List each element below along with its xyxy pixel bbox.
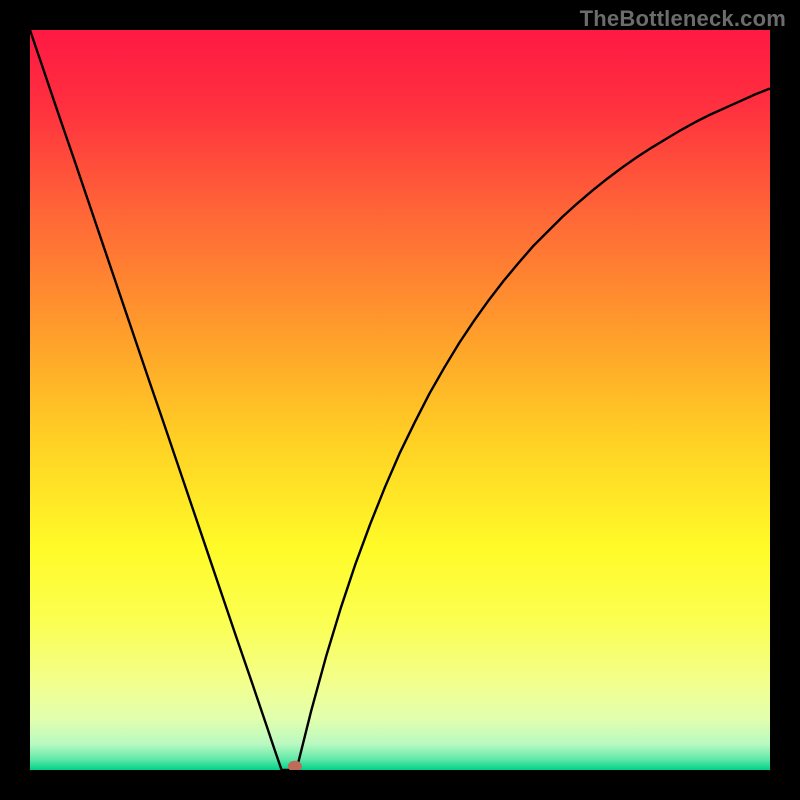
chart-frame: TheBottleneck.com xyxy=(0,0,800,800)
chart-background xyxy=(30,30,770,770)
bottleneck-chart xyxy=(30,30,770,770)
watermark-text: TheBottleneck.com xyxy=(580,6,786,32)
